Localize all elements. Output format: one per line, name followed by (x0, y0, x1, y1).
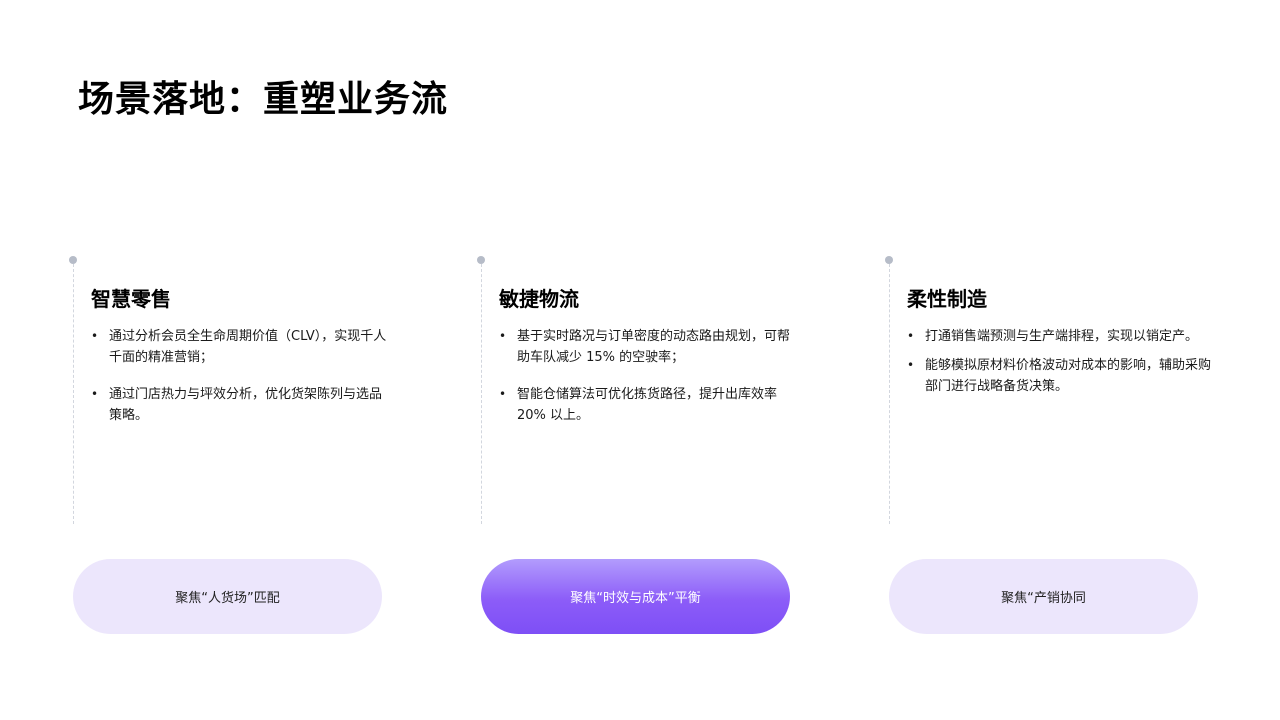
timeline-divider (888, 264, 890, 524)
focus-button-logistics[interactable]: 聚焦“时效与成本”平衡 (481, 559, 790, 634)
bullet-item: 基于实时路况与订单密度的动态路由规划，可帮助车队减少 15% 的空驶率； (499, 326, 799, 368)
card-smart-retail: 智慧零售 通过分析会员全生命周期价值（CLV），实现千人千面的精准营销； 通过门… (69, 256, 399, 524)
card-agile-logistics: 敏捷物流 基于实时路况与订单密度的动态路由规划，可帮助车队减少 15% 的空驶率… (477, 256, 807, 524)
focus-button-retail[interactable]: 聚焦“人货场”匹配 (73, 559, 382, 634)
timeline-dot (885, 256, 893, 264)
bullet-list: 基于实时路况与订单密度的动态路由规划，可帮助车队减少 15% 的空驶率； 智能仓… (499, 326, 799, 442)
bullet-list: 通过分析会员全生命周期价值（CLV），实现千人千面的精准营销； 通过门店热力与坪… (91, 326, 391, 442)
timeline-dot (69, 256, 77, 264)
bullet-item: 通过分析会员全生命周期价值（CLV），实现千人千面的精准营销； (91, 326, 391, 368)
bullet-item: 通过门店热力与坪效分析，优化货架陈列与选品策略。 (91, 384, 391, 426)
timeline-dot (477, 256, 485, 264)
card-flexible-manufacturing: 柔性制造 打通销售端预测与生产端排程，实现以销定产。 能够模拟原材料价格波动对成… (885, 256, 1215, 524)
focus-button-manufacturing[interactable]: 聚焦“产销协同 (889, 559, 1198, 634)
page-title: 场景落地：重塑业务流 (78, 79, 449, 120)
bullet-item: 能够模拟原材料价格波动对成本的影响，辅助采购部门进行战略备货决策。 (907, 355, 1219, 397)
timeline-divider (480, 264, 482, 524)
card-title: 柔性制造 (907, 287, 987, 311)
bullet-list: 打通销售端预测与生产端排程，实现以销定产。 能够模拟原材料价格波动对成本的影响，… (907, 326, 1219, 405)
bullet-item: 打通销售端预测与生产端排程，实现以销定产。 (907, 326, 1219, 347)
card-title: 智慧零售 (91, 287, 171, 311)
timeline-divider (72, 264, 74, 524)
card-title: 敏捷物流 (499, 287, 579, 311)
bullet-item: 智能仓储算法可优化拣货路径，提升出库效率 20% 以上。 (499, 384, 799, 426)
